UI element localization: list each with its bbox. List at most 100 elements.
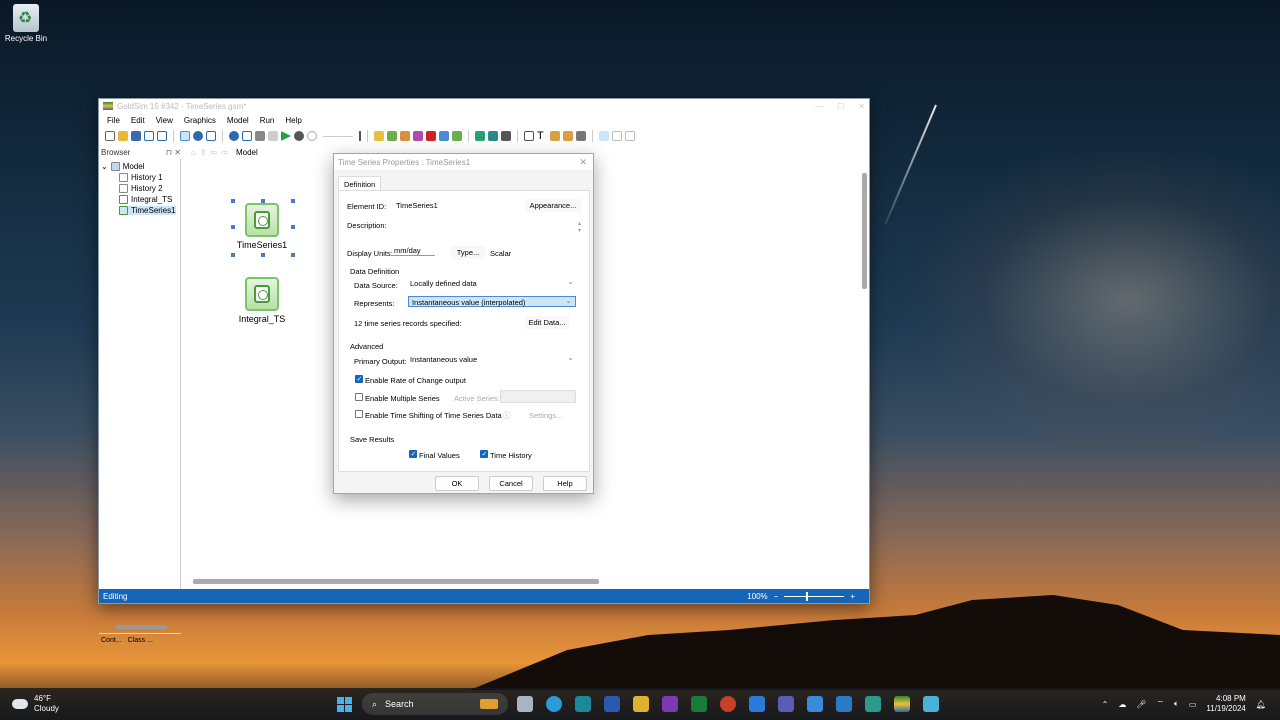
menu-model[interactable]: Model	[227, 116, 249, 125]
menu-edit[interactable]: Edit	[131, 116, 145, 125]
selection-handle[interactable]	[231, 199, 235, 203]
selection-handle[interactable]	[261, 253, 265, 257]
display-units-input[interactable]: mm/day	[391, 245, 435, 256]
tree-item-integral-ts[interactable]: Integral_TS	[119, 195, 172, 204]
wifi-icon[interactable]: ⌔	[1156, 699, 1164, 709]
save-icon[interactable]	[131, 131, 141, 141]
fill-icon[interactable]	[550, 131, 560, 141]
select-icon[interactable]	[157, 131, 167, 141]
settings-icon[interactable]	[501, 131, 511, 141]
word-icon[interactable]	[604, 696, 620, 712]
financial-icon[interactable]	[488, 131, 498, 141]
link-icon[interactable]	[612, 131, 622, 141]
selection-handle[interactable]	[261, 199, 265, 203]
weather-widget[interactable]: 46°F Cloudy	[12, 694, 59, 714]
close-icon[interactable]: ✕	[858, 102, 865, 111]
file-explorer-icon[interactable]	[633, 696, 649, 712]
tab-contents[interactable]: Cont...	[101, 637, 122, 644]
vscode-icon[interactable]	[836, 696, 852, 712]
chevron-up-icon[interactable]: ⌃	[1102, 700, 1109, 709]
help-button[interactable]: Help	[543, 476, 587, 491]
tree-item-timeseries1[interactable]: TimeSeries1	[119, 206, 176, 215]
browser-scrollbar[interactable]	[115, 625, 167, 629]
powerpoint-icon[interactable]	[720, 696, 736, 712]
ok-button[interactable]: OK	[435, 476, 479, 491]
text-icon[interactable]: T	[537, 131, 547, 142]
start-button[interactable]	[337, 697, 352, 712]
volume-icon[interactable]: 🔈︎	[1174, 699, 1179, 709]
function-icon[interactable]	[413, 131, 423, 141]
onedrive-icon[interactable]: ☁	[1118, 700, 1126, 709]
tab-classes[interactable]: Class ...	[128, 637, 153, 644]
filter-icon[interactable]	[180, 131, 190, 141]
multiple-series-checkbox[interactable]	[355, 393, 363, 401]
outlook-icon[interactable]	[749, 696, 765, 712]
back-arrow-icon[interactable]: ⇦	[211, 148, 218, 157]
menu-help[interactable]: Help	[285, 116, 301, 125]
up-arrow-icon[interactable]: ⇧	[200, 148, 207, 157]
recycle-bin[interactable]: Recycle Bin	[4, 4, 48, 43]
time-shifting-checkbox[interactable]	[355, 410, 363, 418]
gear-icon[interactable]	[193, 131, 203, 141]
onenote-icon[interactable]	[662, 696, 678, 712]
rectangle-icon[interactable]	[524, 131, 534, 141]
new-icon[interactable]	[105, 131, 115, 141]
selection-handle[interactable]	[231, 253, 235, 257]
forward-arrow-icon[interactable]: ⇨	[221, 148, 228, 157]
reset-icon[interactable]	[307, 131, 317, 141]
notepad-icon[interactable]	[807, 696, 823, 712]
data-source-select[interactable]: Locally defined data	[407, 276, 577, 289]
zoom-out-button[interactable]: −	[774, 592, 779, 601]
browser-toggle-icon[interactable]	[144, 131, 154, 141]
browser-pin-close[interactable]: ⊓ ✕	[166, 148, 181, 157]
final-values-checkbox[interactable]	[409, 450, 417, 458]
align-icon[interactable]	[563, 131, 573, 141]
primary-output-select[interactable]: Instantaneous value	[407, 352, 577, 365]
zoom-slider[interactable]	[784, 591, 845, 601]
list-icon[interactable]	[242, 131, 252, 141]
represents-select[interactable]: Instantaneous value (interpolated)	[408, 295, 576, 307]
data-icon[interactable]	[387, 131, 397, 141]
app-icon[interactable]	[865, 696, 881, 712]
tree-item-history-1[interactable]: History 1	[119, 173, 163, 182]
edge-icon[interactable]	[546, 696, 562, 712]
edit-icon[interactable]	[268, 131, 278, 141]
horizontal-scrollbar[interactable]	[193, 579, 599, 584]
menu-view[interactable]: View	[156, 116, 173, 125]
help-icon[interactable]	[229, 131, 239, 141]
time-history-checkbox[interactable]	[480, 450, 488, 458]
appearance-button[interactable]: Appearance...	[525, 199, 581, 212]
element-id-input[interactable]: TimeSeries1	[393, 200, 519, 211]
distribute-icon[interactable]	[576, 131, 586, 141]
selection-handle[interactable]	[291, 199, 295, 203]
teams-icon[interactable]	[778, 696, 794, 712]
tag-icon[interactable]	[255, 131, 265, 141]
selection-handle[interactable]	[231, 225, 235, 229]
taskbar-search[interactable]: ⌕ Search	[362, 693, 508, 715]
stock-icon[interactable]	[400, 131, 410, 141]
battery-icon[interactable]: ▭	[1189, 700, 1197, 709]
selection-handle[interactable]	[291, 253, 295, 257]
goldsim-taskbar-icon[interactable]	[894, 696, 910, 712]
run-slider-thumb[interactable]	[359, 131, 361, 141]
microphone-icon[interactable]: 🎤︎	[1136, 700, 1146, 709]
element-integral-ts[interactable]: Integral_TS	[231, 277, 293, 324]
notification-bell-icon[interactable]: 🔔︎	[1256, 700, 1266, 709]
excel-icon[interactable]	[691, 696, 707, 712]
group-icon[interactable]	[625, 131, 635, 141]
rate-of-change-checkbox[interactable]	[355, 375, 363, 383]
tree-item-history-2[interactable]: History 2	[119, 184, 163, 193]
menu-file[interactable]: File	[107, 116, 120, 125]
zoom-slider-thumb[interactable]	[806, 591, 809, 601]
run-slider[interactable]	[323, 135, 353, 137]
app-icon[interactable]	[575, 696, 591, 712]
clock[interactable]: 4:08 PM 11/19/2024	[1206, 694, 1245, 714]
minimize-icon[interactable]: —	[815, 102, 823, 111]
open-icon[interactable]	[118, 131, 128, 141]
element-timeseries1[interactable]: TimeSeries1	[231, 203, 293, 250]
find-icon[interactable]	[206, 131, 216, 141]
zoom-in-button[interactable]: +	[850, 592, 855, 601]
event-icon[interactable]	[426, 131, 436, 141]
app-icon[interactable]	[923, 696, 939, 712]
selection-handle[interactable]	[291, 225, 295, 229]
